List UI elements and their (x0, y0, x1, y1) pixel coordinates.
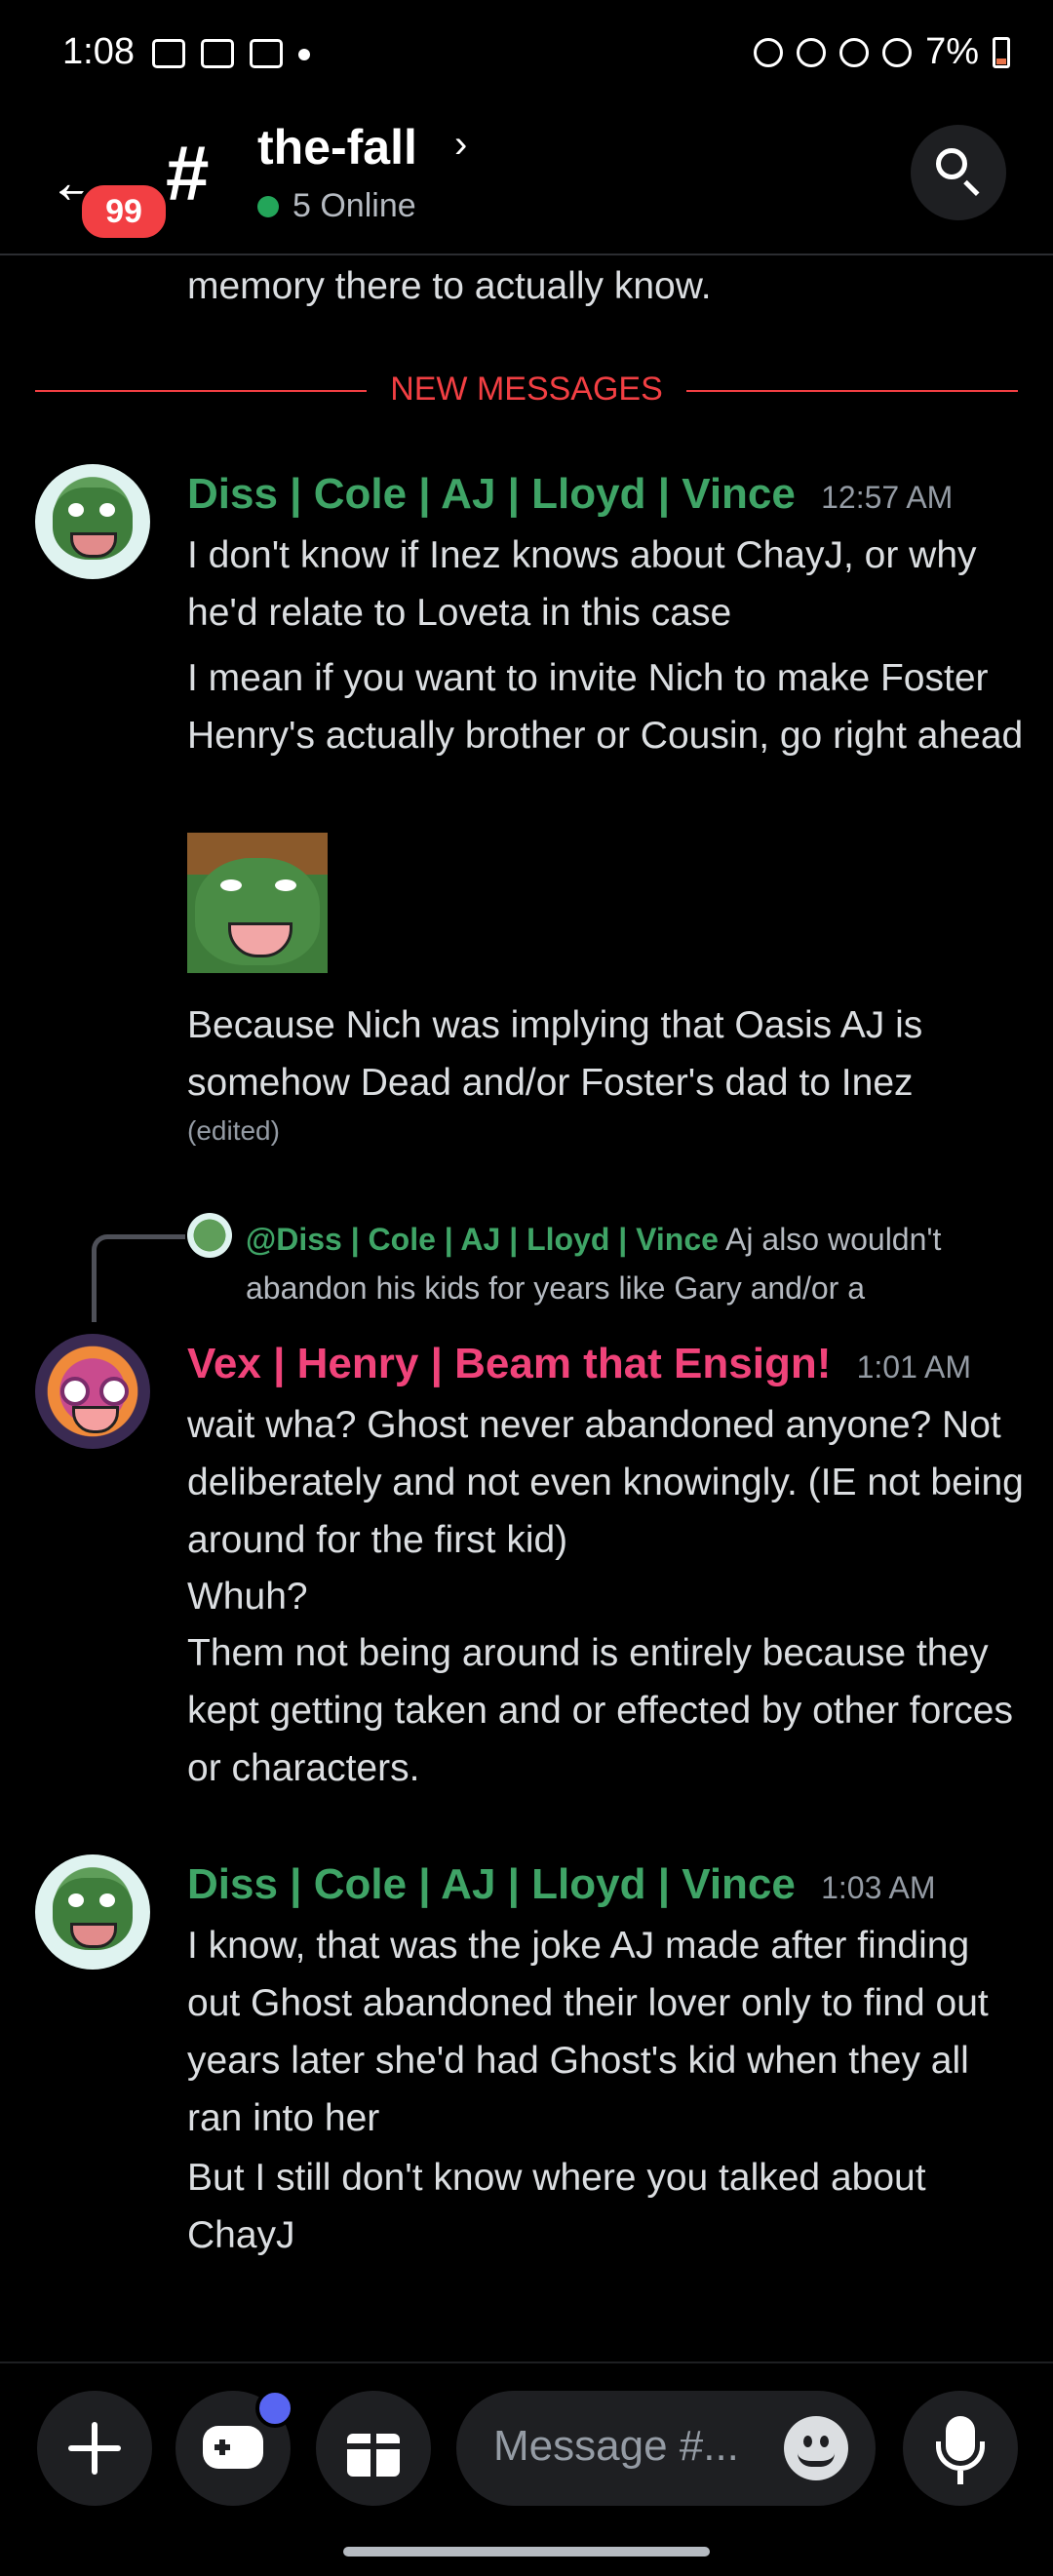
message-author[interactable]: Diss | Cole | AJ | Lloyd | Vince 12:57 A… (187, 470, 953, 519)
home-icon (754, 37, 784, 67)
avatar[interactable] (35, 1334, 150, 1449)
message-text: Whuh? (187, 1576, 308, 1618)
new-messages-divider: NEW MESSAGES (35, 371, 1018, 410)
notification-icon (152, 39, 185, 68)
status-system-icons: 7% (754, 31, 1010, 73)
message-timestamp: 1:01 AM (856, 1349, 972, 1385)
status-notification-icons (152, 39, 310, 68)
online-count: 5 Online (292, 187, 416, 224)
message-text: I know, that was the joke AJ made after … (187, 1925, 989, 2139)
gift-button[interactable] (316, 2391, 431, 2506)
message-text: I don't know if Inez knows about ChayJ, … (187, 534, 977, 634)
search-button[interactable] (911, 125, 1006, 220)
channel-name[interactable]: the-fall (257, 119, 417, 176)
message-text: Them not being around is entirely becaus… (187, 1632, 1013, 1789)
continued-message-text: memory there to actually know. (187, 265, 712, 307)
image-icon (201, 39, 234, 68)
notification-dot (255, 2389, 294, 2428)
message-timestamp: 1:03 AM (821, 1870, 936, 1905)
message-text: wait wha? Ghost never abandoned anyone? … (187, 1404, 1024, 1561)
online-dot-icon (257, 195, 279, 217)
more-dot-icon (298, 49, 310, 60)
reply-avatar[interactable] (187, 1213, 232, 1258)
new-messages-label: NEW MESSAGES (367, 371, 686, 408)
message-timestamp: 12:57 AM (821, 480, 954, 515)
channel-header: ← 99 # the-fall › 5 Online (0, 109, 1053, 255)
status-bar: 1:08 7% (0, 0, 1053, 109)
author-name[interactable]: Diss | Cole | AJ | Lloyd | Vince (187, 1860, 796, 1908)
alert-icon (250, 39, 283, 68)
header-divider (0, 254, 1053, 255)
status-time: 1:08 (62, 31, 135, 72)
search-icon (936, 148, 967, 179)
battery-icon (993, 36, 1010, 68)
mute-icon (839, 37, 870, 67)
message-placeholder: Message #... (493, 2422, 739, 2470)
online-status: 5 Online (257, 187, 416, 225)
reply-connector (92, 1234, 185, 1322)
gift-icon (343, 2434, 404, 2477)
message-text: Because Nich was implying that Oasis AJ … (187, 1004, 923, 1104)
message-author[interactable]: Vex | Henry | Beam that Ensign! 1:01 AM (187, 1340, 971, 1388)
message-author[interactable]: Diss | Cole | AJ | Lloyd | Vince 1:03 AM (187, 1860, 936, 1909)
gamepad-icon (203, 2426, 263, 2469)
message-input[interactable]: Message #... (456, 2391, 876, 2506)
emoji-icon[interactable] (784, 2416, 848, 2480)
reply-mention[interactable]: @Diss | Cole | AJ | Lloyd | Vince (246, 1222, 719, 1257)
message-text: I mean if you want to invite Nich to mak… (187, 657, 1024, 757)
avatar[interactable] (35, 464, 150, 579)
battery-text: 7% (925, 31, 979, 72)
unread-badge: 99 (78, 181, 170, 242)
signal-icon (882, 37, 913, 67)
author-name[interactable]: Vex | Henry | Beam that Ensign! (187, 1340, 831, 1387)
reply-preview[interactable]: @Diss | Cole | AJ | Lloyd | Vince Aj als… (246, 1215, 1026, 1312)
channel-hash-icon: # (166, 130, 210, 216)
chevron-right-icon[interactable]: › (454, 123, 467, 167)
alarm-icon (797, 37, 827, 67)
emote-image[interactable] (187, 833, 328, 973)
message-text: But I still don't know where you talked … (187, 2157, 926, 2256)
edited-label: (edited) (187, 1115, 280, 1146)
home-indicator[interactable] (343, 2547, 710, 2556)
author-name[interactable]: Diss | Cole | AJ | Lloyd | Vince (187, 470, 796, 518)
avatar[interactable] (35, 1854, 150, 1970)
microphone-button[interactable] (903, 2391, 1018, 2506)
plus-icon[interactable] (37, 2391, 152, 2506)
